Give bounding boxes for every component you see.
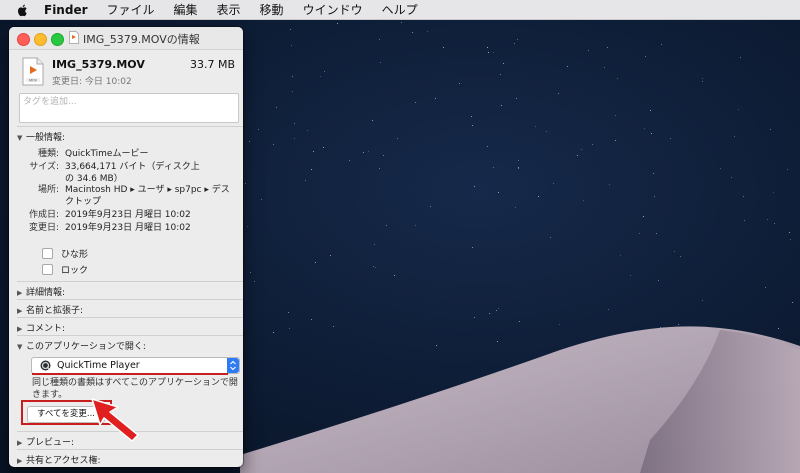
section-more-info-header[interactable]: ▶ 詳細情報: bbox=[17, 285, 65, 298]
divider bbox=[17, 281, 243, 282]
section-comments-header[interactable]: ▶ コメント: bbox=[17, 321, 65, 334]
locked-label: ロック bbox=[61, 266, 89, 276]
file-header: MOV IMG_5379.MOV 33.7 MB 変更日: 今日 10:02 bbox=[9, 50, 243, 90]
modified-date-summary: 変更日: 今日 10:02 bbox=[52, 77, 132, 87]
disclosure-closed-icon[interactable]: ▶ bbox=[17, 439, 26, 447]
divider bbox=[17, 317, 243, 318]
section-open-with-header[interactable]: ▼ このアプリケーションで開く: bbox=[17, 339, 146, 352]
disclosure-open-icon[interactable]: ▼ bbox=[17, 343, 26, 351]
menu-bar: Finder ファイル 編集 表示 移動 ウインドウ ヘルプ bbox=[0, 0, 800, 20]
quicktime-icon bbox=[40, 360, 51, 371]
disclosure-closed-icon[interactable]: ▶ bbox=[17, 307, 26, 315]
zoom-button[interactable] bbox=[51, 33, 64, 46]
tags-input[interactable] bbox=[20, 94, 226, 110]
menu-file[interactable]: ファイル bbox=[107, 1, 155, 18]
menu-go[interactable]: 移動 bbox=[260, 1, 284, 18]
stationery-label: ひな形 bbox=[61, 250, 89, 260]
disclosure-closed-icon[interactable]: ▶ bbox=[17, 457, 26, 465]
tags-field[interactable] bbox=[19, 93, 239, 123]
close-button[interactable] bbox=[17, 33, 30, 46]
menu-edit[interactable]: 編集 bbox=[174, 1, 198, 18]
locked-checkbox[interactable]: ロック bbox=[42, 263, 88, 276]
disclosure-closed-icon[interactable]: ▶ bbox=[17, 325, 26, 333]
movie-file-icon bbox=[69, 31, 79, 44]
checkbox-box[interactable] bbox=[42, 264, 53, 275]
title-bar[interactable]: IMG_5379.MOVの情報 bbox=[9, 27, 243, 50]
pointer-arrow-icon bbox=[91, 398, 139, 442]
divider bbox=[17, 126, 243, 127]
highlight-underline bbox=[32, 373, 228, 375]
menu-help[interactable]: ヘルプ bbox=[382, 1, 418, 18]
open-with-popup[interactable]: QuickTime Player bbox=[31, 357, 240, 374]
disclosure-closed-icon[interactable]: ▶ bbox=[17, 289, 26, 297]
section-name-extension-header[interactable]: ▶ 名前と拡張子: bbox=[17, 303, 83, 316]
section-preview-header[interactable]: ▶ プレビュー: bbox=[17, 435, 74, 448]
section-sharing-header[interactable]: ▶ 共有とアクセス権: bbox=[17, 453, 101, 466]
divider bbox=[17, 335, 243, 336]
minimize-button[interactable] bbox=[34, 33, 47, 46]
menu-finder[interactable]: Finder bbox=[44, 3, 88, 17]
open-with-app-label: QuickTime Player bbox=[57, 360, 140, 371]
apple-icon[interactable] bbox=[16, 3, 30, 17]
popup-stepper-icon[interactable] bbox=[227, 358, 239, 373]
section-general-header[interactable]: ▼ 一般情報: bbox=[17, 130, 65, 143]
window-title: IMG_5379.MOVの情報 bbox=[83, 33, 200, 46]
file-size: 33.7 MB bbox=[189, 58, 235, 71]
menu-window[interactable]: ウインドウ bbox=[303, 1, 363, 18]
svg-text:MOV: MOV bbox=[29, 79, 38, 83]
divider bbox=[17, 449, 243, 450]
menu-view[interactable]: 表示 bbox=[217, 1, 241, 18]
disclosure-open-icon[interactable]: ▼ bbox=[17, 134, 26, 142]
divider bbox=[17, 299, 243, 300]
file-name: IMG_5379.MOV bbox=[52, 58, 145, 71]
checkbox-box[interactable] bbox=[42, 248, 53, 259]
stationery-checkbox[interactable]: ひな形 bbox=[42, 247, 88, 260]
file-document-icon: MOV bbox=[22, 57, 44, 86]
